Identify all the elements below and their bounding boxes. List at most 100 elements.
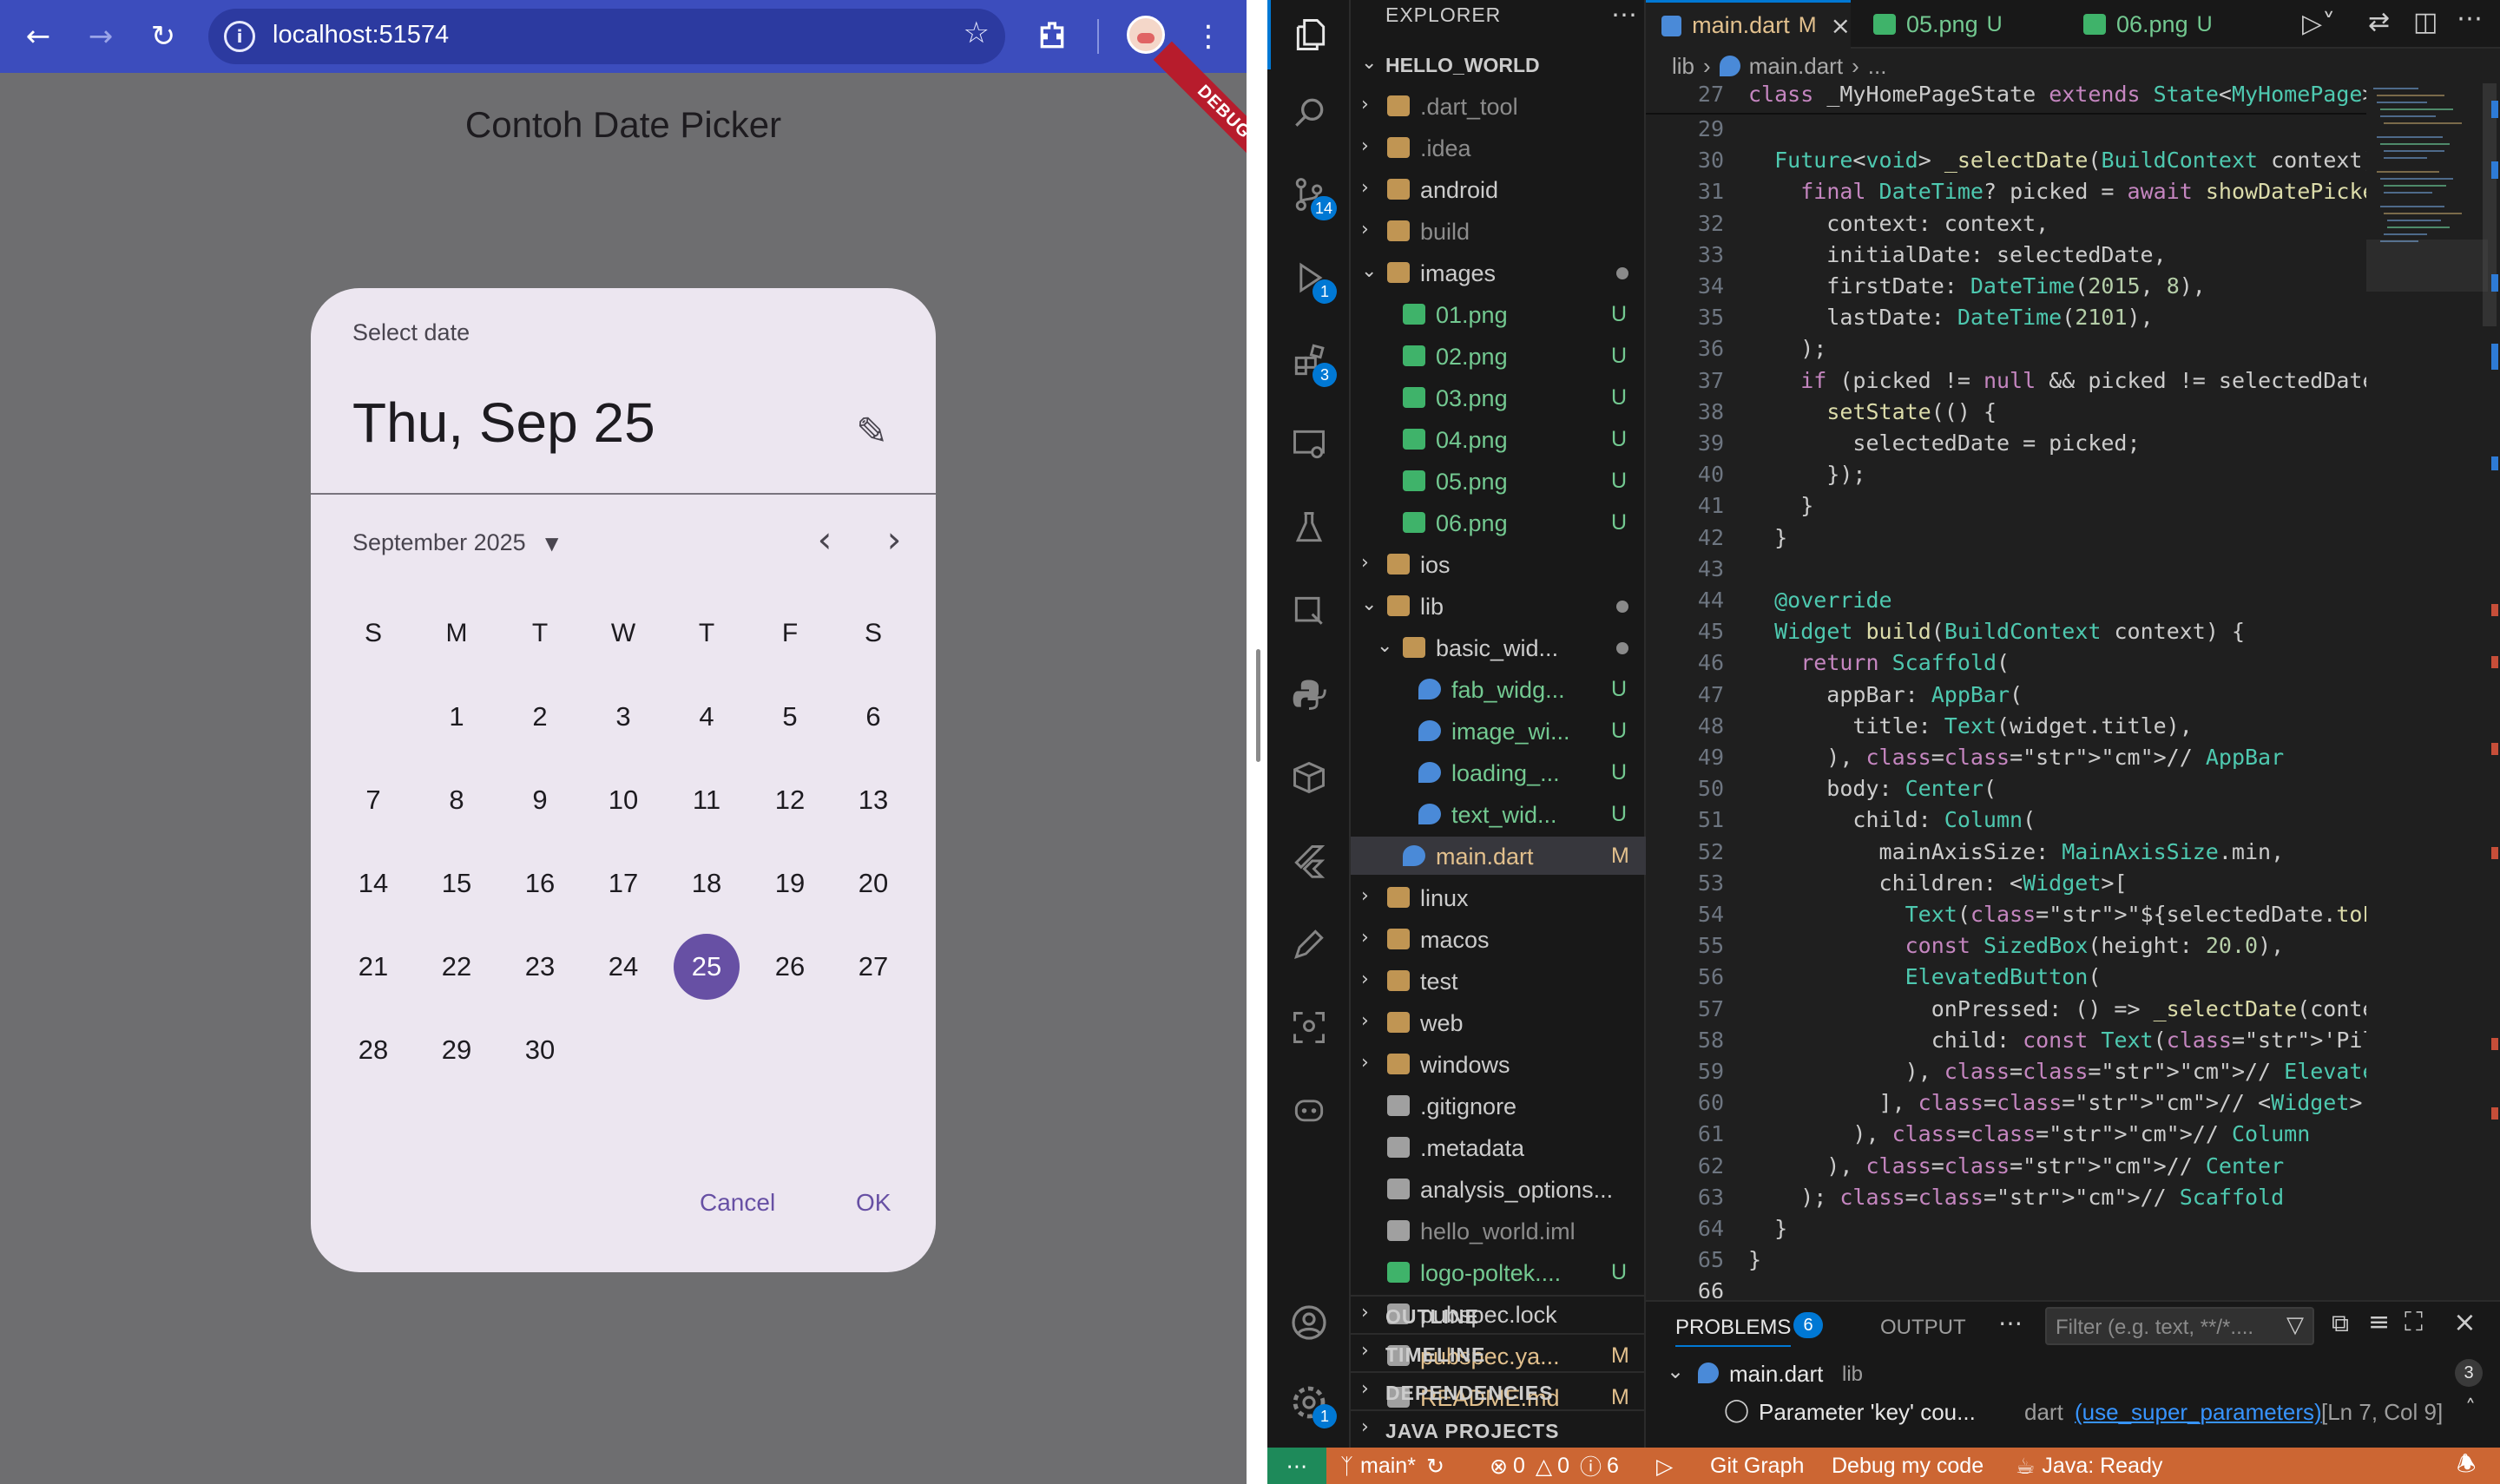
month-year-selector[interactable]: September 2025 bbox=[352, 529, 526, 556]
calendar-day[interactable]: 2 bbox=[498, 675, 582, 758]
output-tab[interactable]: OUTPUT bbox=[1880, 1316, 1966, 1340]
collapse-all-icon[interactable]: ⧉ bbox=[2332, 1309, 2349, 1338]
compare-icon[interactable]: ⇄ bbox=[2368, 7, 2390, 37]
tree-item[interactable]: › build bbox=[1351, 212, 1646, 250]
tree-item[interactable]: 02.png U bbox=[1351, 337, 1646, 375]
tree-item[interactable]: › web bbox=[1351, 1003, 1646, 1041]
calendar-day[interactable]: 23 bbox=[498, 925, 582, 1008]
calendar-day[interactable]: 10 bbox=[582, 758, 665, 842]
tree-item[interactable]: › test bbox=[1351, 962, 1646, 1000]
containers-icon[interactable] bbox=[1267, 743, 1351, 812]
java-status[interactable]: ☕ Java: Ready bbox=[2016, 1448, 2162, 1484]
star-icon[interactable]: ☆ bbox=[964, 16, 990, 50]
calendar-day[interactable]: 6 bbox=[832, 675, 915, 758]
tree-item[interactable]: › linux bbox=[1351, 878, 1646, 916]
tree-item[interactable]: › .dart_tool bbox=[1351, 87, 1646, 125]
python-icon[interactable] bbox=[1267, 660, 1351, 729]
testing-flask-icon[interactable] bbox=[1267, 493, 1351, 562]
close-panel-icon[interactable]: × bbox=[2453, 1305, 2477, 1338]
splitter-handle[interactable] bbox=[1256, 649, 1260, 762]
search-icon[interactable] bbox=[1267, 78, 1351, 148]
breadcrumb-item[interactable]: ... bbox=[1868, 53, 1887, 80]
calendar-day[interactable]: 12 bbox=[748, 758, 832, 842]
problem-rule-link[interactable]: (use_super_parameters) bbox=[2075, 1399, 2322, 1426]
debug-my-code-status[interactable]: Debug my code bbox=[1832, 1448, 1984, 1484]
calendar-day[interactable]: 27 bbox=[832, 925, 915, 1008]
editor-tab[interactable]: 05.png U bbox=[1858, 0, 2059, 49]
calendar-day[interactable]: 11 bbox=[665, 758, 748, 842]
tree-item[interactable]: logo-poltek.... U bbox=[1351, 1253, 1646, 1291]
calendar-day[interactable]: 9 bbox=[498, 758, 582, 842]
tree-item[interactable]: ⌄ basic_wid... bbox=[1351, 628, 1646, 666]
calendar-day[interactable]: 29 bbox=[415, 1008, 498, 1092]
scan-icon[interactable] bbox=[1267, 993, 1351, 1062]
tree-item[interactable]: text_wid... U bbox=[1351, 795, 1646, 833]
calendar-day[interactable]: 17 bbox=[582, 842, 665, 925]
copilot-icon[interactable] bbox=[1267, 1074, 1351, 1144]
calendar-day[interactable]: 14 bbox=[332, 842, 415, 925]
calendar-day[interactable]: 26 bbox=[748, 925, 832, 1008]
calendar-day[interactable]: 1 bbox=[415, 675, 498, 758]
flutter-icon[interactable] bbox=[1267, 826, 1351, 896]
calendar-day[interactable]: 28 bbox=[332, 1008, 415, 1092]
breadcrumb-item[interactable]: lib bbox=[1672, 53, 1694, 80]
tree-item[interactable]: .metadata bbox=[1351, 1128, 1646, 1166]
git-branch-status[interactable]: ᛉ main* ↻ bbox=[1340, 1448, 1444, 1484]
forward-icon[interactable]: → bbox=[75, 10, 127, 62]
debug-status-icon[interactable]: ▷ bbox=[1656, 1448, 1673, 1484]
sidebar-section[interactable]: › OUTLINE bbox=[1351, 1295, 1646, 1333]
calendar-day[interactable]: 13 bbox=[832, 758, 915, 842]
profile-avatar[interactable] bbox=[1127, 16, 1165, 54]
workspace-root[interactable]: ⌄ HELLO_WORLD bbox=[1351, 50, 1646, 82]
dropdown-caret-icon[interactable]: ▼ bbox=[545, 533, 558, 554]
explorer-icon[interactable] bbox=[1267, 0, 1351, 69]
editor-scrollbar[interactable] bbox=[2479, 83, 2500, 1298]
account-icon[interactable] bbox=[1267, 1288, 1351, 1357]
calendar-day[interactable]: 30 bbox=[498, 1008, 582, 1092]
editor-tab[interactable]: main.dart M × bbox=[1646, 0, 1851, 49]
tree-item[interactable]: analysis_options... bbox=[1351, 1170, 1646, 1208]
previous-month-icon[interactable]: ‹ bbox=[804, 521, 845, 562]
reload-icon[interactable]: ↻ bbox=[137, 10, 189, 62]
tree-item[interactable]: image_wi... U bbox=[1351, 712, 1646, 750]
filter-funnel-icon[interactable]: ▽ bbox=[2286, 1312, 2304, 1338]
view-as-list-icon[interactable]: ≡ bbox=[2368, 1307, 2390, 1337]
tree-item[interactable]: .gitignore bbox=[1351, 1087, 1646, 1125]
tree-item[interactable]: main.dart M bbox=[1351, 837, 1646, 875]
tree-item[interactable]: › android bbox=[1351, 170, 1646, 208]
remote-explorer-icon[interactable] bbox=[1267, 410, 1351, 479]
problem-row[interactable]: ◯ Parameter 'key' cou... dart (use_super… bbox=[1646, 1392, 2500, 1430]
tree-item[interactable]: 04.png U bbox=[1351, 420, 1646, 458]
run-icon[interactable]: ▷˅ bbox=[2302, 9, 2335, 39]
git-graph-status[interactable]: Git Graph bbox=[1710, 1448, 1804, 1484]
calendar-day[interactable]: 19 bbox=[748, 842, 832, 925]
calendar-day[interactable]: 21 bbox=[332, 925, 415, 1008]
calendar-day[interactable]: 3 bbox=[582, 675, 665, 758]
tree-item[interactable]: 01.png U bbox=[1351, 295, 1646, 333]
sidebar-section[interactable]: › DEPENDENCIES bbox=[1351, 1371, 1646, 1409]
calendar-day[interactable]: 15 bbox=[415, 842, 498, 925]
address-bar[interactable]: i localhost:51574 ☆ bbox=[208, 9, 1005, 64]
source-control-icon[interactable]: 14 bbox=[1267, 160, 1351, 229]
breadcrumb-item[interactable]: main.dart bbox=[1749, 53, 1843, 80]
editor-more-icon[interactable]: ⋯ bbox=[2457, 3, 2483, 34]
calendar-day[interactable]: 25 bbox=[665, 925, 748, 1008]
split-editor-icon[interactable]: ◫ bbox=[2413, 7, 2438, 37]
ok-button[interactable]: OK bbox=[856, 1189, 891, 1217]
tree-item[interactable]: 03.png U bbox=[1351, 378, 1646, 417]
minimap[interactable] bbox=[2366, 83, 2488, 1298]
problems-status[interactable]: ⊗ 0 △ 0 ⓘ 6 bbox=[1490, 1448, 1619, 1484]
notifications-bell-icon[interactable]: 🕭 bbox=[2457, 1448, 2476, 1484]
site-info-icon[interactable]: i bbox=[224, 21, 255, 52]
tree-item[interactable]: ⌄ images bbox=[1351, 253, 1646, 292]
problems-filter-input[interactable]: Filter (e.g. text, **/*.... ▽ bbox=[2045, 1307, 2314, 1345]
problem-file-row[interactable]: ⌄ main.dart lib 3 bbox=[1646, 1354, 2500, 1392]
back-icon[interactable]: ← bbox=[12, 10, 64, 62]
tree-item[interactable]: › windows bbox=[1351, 1045, 1646, 1083]
run-debug-icon[interactable]: 1 bbox=[1267, 243, 1351, 312]
problems-tab[interactable]: PROBLEMS bbox=[1675, 1316, 1792, 1347]
chevron-up-icon[interactable]: ˄ bbox=[2465, 1395, 2476, 1420]
next-month-icon[interactable]: › bbox=[873, 521, 915, 562]
tree-item[interactable]: 06.png U bbox=[1351, 503, 1646, 542]
menu-icon[interactable]: ⋮ bbox=[1182, 10, 1234, 62]
